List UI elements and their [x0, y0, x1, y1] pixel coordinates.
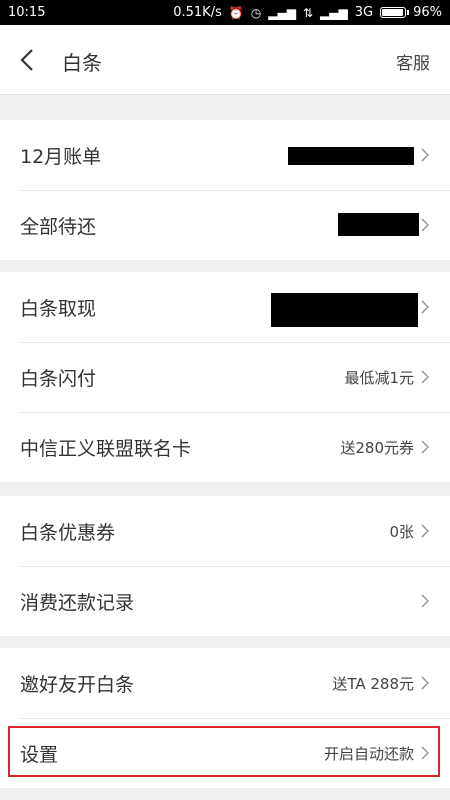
row-label: 全部待还	[20, 215, 97, 238]
row-cobranded-card[interactable]: 中信正义联盟联名卡 送280元券	[0, 412, 450, 482]
customer-service-button[interactable]: 客服	[396, 49, 430, 74]
network-type: 3G	[354, 5, 374, 20]
row-value: 开启自动还款	[323, 744, 414, 763]
chevron-right-icon	[421, 676, 430, 690]
row-label: 设置	[20, 743, 59, 766]
settings-group: 邀好友开白条 送TA 288元 设置 开启自动还款	[0, 648, 450, 788]
row-label: 白条取现	[20, 297, 97, 320]
row-label: 白条优惠券	[20, 521, 116, 544]
row-all-pending[interactable]: 全部待还	[0, 190, 450, 260]
status-time: 10:15	[8, 5, 46, 20]
chevron-right-icon	[421, 370, 430, 384]
alarm-off-icon: ⏰	[228, 5, 244, 20]
row-invite-friend[interactable]: 邀好友开白条 送TA 288元	[0, 648, 450, 718]
row-label: 12月账单	[20, 145, 102, 168]
nav-bar: 白条 客服	[0, 25, 450, 95]
battery-icon	[380, 7, 410, 18]
chevron-right-icon	[421, 300, 430, 314]
redacted-value	[271, 293, 418, 327]
row-cash-withdrawal[interactable]: 白条取现	[0, 272, 450, 342]
row-value: 0张	[389, 522, 414, 541]
data-transfer-icon: ⇅	[302, 5, 314, 20]
chevron-right-icon	[421, 746, 430, 760]
clock-icon: ◷	[250, 5, 262, 20]
row-repayment-records[interactable]: 消费还款记录	[0, 566, 450, 636]
bill-group: 12月账单 全部待还	[0, 120, 450, 260]
row-december-bill[interactable]: 12月账单	[0, 120, 450, 190]
row-label: 白条闪付	[20, 367, 97, 390]
chevron-left-icon[interactable]	[18, 47, 38, 73]
battery-percent: 96%	[413, 5, 442, 20]
row-settings[interactable]: 设置 开启自动还款	[0, 718, 450, 788]
chevron-right-icon	[421, 594, 430, 608]
network-speed: 0.51K/s	[173, 5, 222, 20]
chevron-right-icon	[421, 218, 430, 232]
page-title: 白条	[62, 51, 102, 75]
row-label: 中信正义联盟联名卡	[20, 437, 192, 460]
row-value: 送280元券	[340, 438, 414, 457]
chevron-right-icon	[421, 440, 430, 454]
row-value: 最低减1元	[344, 368, 414, 387]
row-label: 消费还款记录	[20, 591, 135, 614]
redacted-value	[338, 213, 419, 236]
chevron-right-icon	[421, 524, 430, 538]
services-group: 白条取现 白条闪付 最低减1元 中信正义联盟联名卡 送280元券	[0, 272, 450, 482]
row-coupons[interactable]: 白条优惠券 0张	[0, 496, 450, 566]
status-bar: 10:15 0.51K/s ⏰ ◷ ▂▄▆ ⇅ ▂▄▆ 3G 96%	[0, 0, 450, 25]
signal-icon-2: ▂▄▆	[320, 5, 348, 20]
records-group: 白条优惠券 0张 消费还款记录	[0, 496, 450, 636]
chevron-right-icon	[421, 148, 430, 162]
row-label: 邀好友开白条	[20, 673, 135, 696]
signal-icon: ▂▄▆	[268, 5, 296, 20]
row-value: 送TA 288元	[332, 674, 414, 693]
redacted-value	[288, 147, 414, 165]
row-flash-pay[interactable]: 白条闪付 最低减1元	[0, 342, 450, 412]
